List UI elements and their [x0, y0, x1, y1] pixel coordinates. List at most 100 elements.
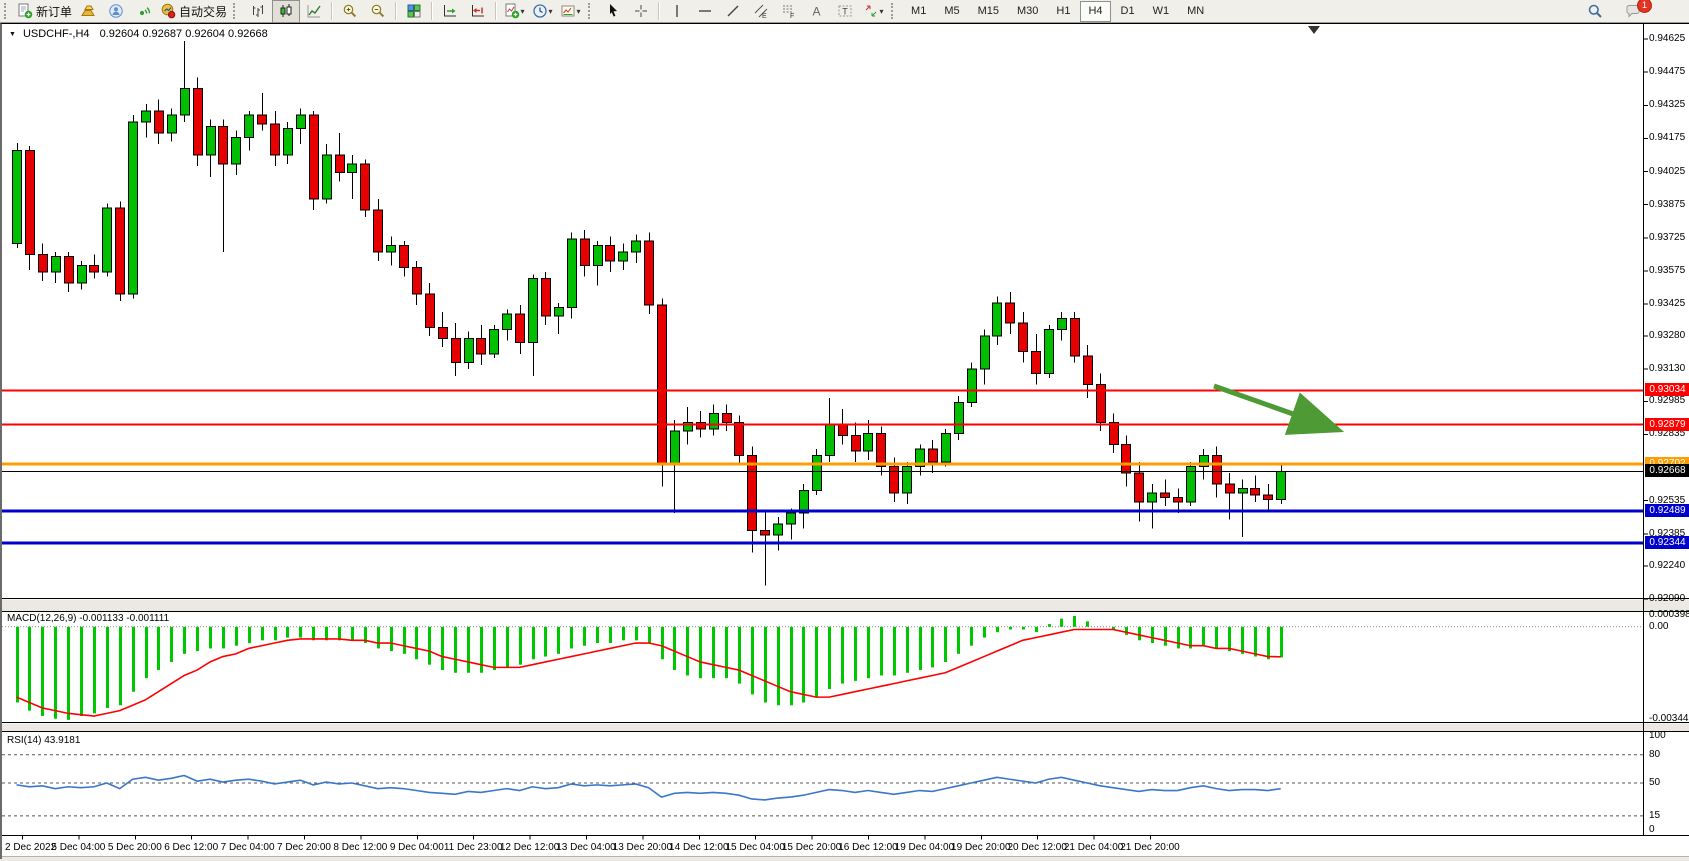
cursor-icon	[605, 3, 621, 19]
text-label-button[interactable]: T	[831, 0, 859, 23]
toolbar-grip[interactable]	[891, 3, 899, 19]
signals-button[interactable]	[130, 0, 158, 23]
periods-button[interactable]: ▾	[528, 0, 556, 23]
price-tick-label: 0.93130	[1649, 363, 1685, 374]
price-tick-label: 0.94475	[1649, 66, 1685, 77]
notifications-button[interactable]: 1	[1619, 0, 1647, 23]
tile-windows-button[interactable]	[400, 0, 428, 23]
templates-button[interactable]: ▾	[556, 0, 584, 23]
toolbar-separator	[658, 2, 660, 20]
timeframe-m30-button[interactable]: M30	[1009, 1, 1046, 22]
vertical-line-icon	[669, 3, 685, 19]
timeframe-m1-button[interactable]: M1	[903, 1, 934, 22]
arrows-button[interactable]: ▾	[859, 0, 887, 23]
date-label: 5 Dec 20:00	[108, 842, 162, 853]
indicators-caret-icon[interactable]: ▾	[521, 7, 525, 16]
line-chart-button[interactable]	[300, 0, 328, 23]
timeframe-mn-button[interactable]: MN	[1179, 1, 1212, 22]
zoom-out-button[interactable]	[364, 0, 392, 23]
text-icon: A	[809, 3, 825, 19]
macd-panel	[2, 616, 1643, 720]
rsi-axis-label: 100	[1649, 730, 1666, 741]
fibonacci-button[interactable]: F	[775, 0, 803, 23]
macd-signal-line	[17, 630, 1281, 717]
date-label: 11 Dec 23:00	[444, 842, 503, 853]
toolbar-grip[interactable]	[233, 3, 241, 19]
price-tick-label: 0.94325	[1649, 99, 1685, 110]
rsi-axis-label: 0	[1649, 824, 1655, 835]
cursor-button[interactable]	[599, 0, 627, 23]
mql-community-button[interactable]	[102, 0, 130, 23]
rsi-indicator-label: RSI(14) 43.9181	[7, 735, 80, 746]
date-label: 16 Dec 12:00	[838, 842, 898, 853]
crosshair-button[interactable]	[627, 0, 655, 23]
date-label: 5 Dec 04:00	[51, 842, 105, 853]
chart-canvas[interactable]	[2, 24, 1689, 860]
arrows-caret-icon[interactable]: ▾	[880, 7, 884, 16]
date-label: 21 Dec 20:00	[1120, 842, 1180, 853]
date-label: 19 Dec 20:00	[951, 842, 1011, 853]
date-label: 2 Dec 2022	[5, 842, 56, 853]
new-order-label: 新订单	[36, 3, 72, 20]
line-chart-icon	[306, 3, 322, 19]
date-label: 15 Dec 04:00	[725, 842, 785, 853]
auto-scroll-button[interactable]	[436, 0, 464, 23]
horizontal-line-icon	[697, 3, 713, 19]
toolbar-grip[interactable]	[588, 3, 596, 19]
charts-gold-button[interactable]	[74, 0, 102, 23]
trend-arrow[interactable]	[1214, 386, 1330, 427]
zoom-in-button[interactable]	[336, 0, 364, 23]
vertical-line-button[interactable]	[663, 0, 691, 23]
chart-shift-icon	[470, 3, 486, 19]
text-button[interactable]: A	[803, 0, 831, 23]
timeframe-d1-button[interactable]: D1	[1113, 1, 1143, 22]
toolbar-right-group: 1	[1581, 0, 1647, 23]
new-order-icon	[17, 3, 33, 19]
candlestick-chart-icon	[278, 3, 294, 19]
periods-caret-icon[interactable]: ▾	[549, 7, 553, 16]
fibonacci-icon: F	[781, 3, 797, 19]
new-order-button[interactable]: 新订单	[15, 0, 74, 23]
notification-badge: 1	[1637, 0, 1652, 13]
toolbar: 新订单 自动交易 ▾ ▾ ▾ EFAT ▾ M1M5M15M30H1H4D1W1MN 1	[0, 0, 1689, 23]
chart-title-quotes: 0.92604 0.92687 0.92604 0.92668	[100, 28, 268, 40]
toolbar-separator	[331, 2, 333, 20]
timeframe-w1-button[interactable]: W1	[1145, 1, 1178, 22]
timeframe-m5-button[interactable]: M5	[936, 1, 967, 22]
auto-trading-button[interactable]: 自动交易	[158, 0, 229, 23]
toolbar-separator	[395, 2, 397, 20]
date-label: 15 Dec 20:00	[782, 842, 842, 853]
toolbar-separator	[495, 2, 497, 20]
date-label: 20 Dec 12:00	[1007, 842, 1067, 853]
date-label: 13 Dec 04:00	[556, 842, 616, 853]
indicators-button[interactable]: ▾	[500, 0, 528, 23]
trendline-button[interactable]	[719, 0, 747, 23]
date-label: 19 Dec 04:00	[895, 842, 955, 853]
price-tick-label: 0.92090	[1649, 593, 1685, 604]
search-button[interactable]	[1581, 0, 1609, 23]
price-tick-label: 0.92240	[1649, 560, 1685, 571]
macd-axis-zero-label: 0.00	[1649, 621, 1668, 632]
bar-chart-icon	[250, 3, 266, 19]
date-label: 7 Dec 04:00	[221, 842, 275, 853]
rsi-line	[17, 775, 1281, 799]
chart-shift-button[interactable]	[464, 0, 492, 23]
date-label: 13 Dec 20:00	[613, 842, 673, 853]
timeframe-h1-button[interactable]: H1	[1048, 1, 1078, 22]
candlestick-chart-button[interactable]	[272, 0, 300, 23]
toolbar-grip[interactable]	[4, 3, 12, 19]
chart-shift-marker[interactable]	[1308, 26, 1320, 34]
date-label: 9 Dec 04:00	[390, 842, 444, 853]
timeframe-h4-button[interactable]: H4	[1080, 1, 1110, 22]
chart-menu-toggle-icon[interactable]: ▼	[9, 31, 16, 38]
price-line-label: 0.92489	[1645, 504, 1689, 517]
crosshair-icon	[633, 3, 649, 19]
bar-chart-button[interactable]	[244, 0, 272, 23]
indicators-icon	[504, 3, 520, 19]
date-label: 8 Dec 12:00	[333, 842, 387, 853]
horizontal-line-button[interactable]	[691, 0, 719, 23]
equidistant-channel-button[interactable]: E	[747, 0, 775, 23]
trendline-icon	[725, 3, 741, 19]
timeframe-m15-button[interactable]: M15	[970, 1, 1007, 22]
templates-caret-icon[interactable]: ▾	[577, 7, 581, 16]
